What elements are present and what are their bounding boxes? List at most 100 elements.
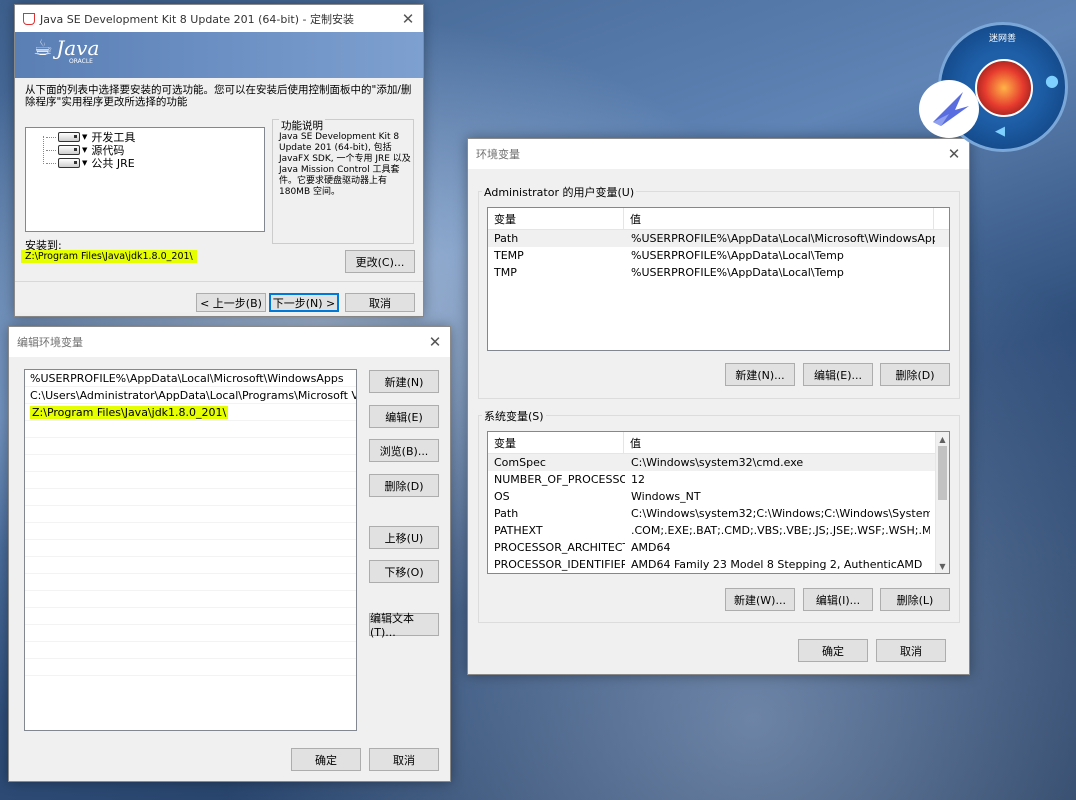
scroll-down-icon[interactable]: ▼ [936,559,949,573]
ok-button[interactable]: 确定 [291,748,361,771]
path-entry: %USERPROFILE%\AppData\Local\Microsoft\Wi… [30,371,344,385]
empty-row [25,489,356,506]
user-new-button[interactable]: 新建(N)... [725,363,795,386]
var-value: %USERPROFILE%\AppData\Local\Temp [631,249,844,262]
table-row[interactable]: NUMBER_OF_PROCESSORS 12 [488,471,949,488]
list-item[interactable]: Z:\Program Files\Java\jdk1.8.0_201\ [25,404,356,421]
path-entry: C:\Users\Administrator\AppData\Local\Pro… [30,388,356,402]
path-entry: Z:\Program Files\Java\jdk1.8.0_201\ [30,405,229,419]
cancel-button[interactable]: 取消 [345,293,415,312]
chevron-down-icon[interactable]: ▼ [82,146,87,154]
table-row[interactable]: PROCESSOR_ARCHITECT... AMD64 [488,539,949,556]
empty-row [25,557,356,574]
table-row[interactable]: OS Windows_NT [488,488,949,505]
java-banner: ☕ Java ORACLE [15,32,423,78]
table-row[interactable]: Path C:\Windows\system32;C:\Windows;C:\W… [488,505,949,522]
chevron-down-icon[interactable]: ▼ [82,159,87,167]
table-row[interactable]: PROCESSOR_IDENTIFIER AMD64 Family 23 Mod… [488,556,949,573]
back-button[interactable]: < 上一步(B) [196,293,266,312]
tree-connector [46,162,56,164]
ok-button[interactable]: 确定 [798,639,868,662]
env-titlebar[interactable]: 环境变量 ✕ [468,139,969,169]
delete-button[interactable]: 删除(D) [369,474,439,497]
chevron-down-icon[interactable]: ▼ [82,133,87,141]
list-item[interactable]: %USERPROFILE%\AppData\Local\Microsoft\Wi… [25,370,356,387]
var-value: C:\Windows\system32;C:\Windows;C:\Window… [631,507,930,520]
empty-row [25,659,356,676]
close-icon[interactable]: ✕ [393,5,423,32]
empty-row [25,523,356,540]
col-val-header[interactable]: 值 [624,208,934,229]
user-edit-button[interactable]: 编辑(E)... [803,363,873,386]
drive-icon [58,158,80,168]
system-delete-button[interactable]: 删除(L) [880,588,950,611]
edit-button[interactable]: 编辑(E) [369,405,439,428]
installer-titlebar[interactable]: Java SE Development Kit 8 Update 201 (64… [15,5,423,32]
cancel-button[interactable]: 取消 [876,639,946,662]
system-edit-button[interactable]: 编辑(I)... [803,588,873,611]
col-var-header[interactable]: 变量 [488,208,624,229]
java-logo-cup-icon: ☕ [33,36,53,61]
user-vars-list[interactable]: 变量 值 Path %USERPROFILE%\AppData\Local\Mi… [487,207,950,351]
empty-row [25,472,356,489]
edit-text-button[interactable]: 编辑文本(T)... [369,612,439,639]
list-header: 变量 值 [488,432,949,454]
change-button[interactable]: 更改(C)... [345,250,415,273]
empty-row [25,608,356,625]
table-row[interactable]: TMP %USERPROFILE%\AppData\Local\Temp [488,264,949,281]
user-delete-button[interactable]: 删除(D) [880,363,950,386]
feature-description-box: 功能说明 Java SE Development Kit 8 Update 20… [272,118,414,244]
table-row[interactable]: PATHEXT .COM;.EXE;.BAT;.CMD;.VBS;.VBE;.J… [488,522,949,539]
var-value: %USERPROFILE%\AppData\Local\Temp [631,266,844,279]
bird-icon[interactable] [919,80,979,138]
var-name: ComSpec [494,456,546,469]
edit-env-titlebar[interactable]: 编辑环境变量 ✕ [9,327,450,357]
empty-row [25,421,356,438]
system-new-button[interactable]: 新建(W)... [725,588,795,611]
vertical-scrollbar[interactable]: ▲ ▼ [935,432,949,573]
var-name: TEMP [494,249,524,262]
table-row[interactable]: TEMP %USERPROFILE%\AppData\Local\Temp [488,247,949,264]
widget-center-icon[interactable] [975,59,1033,117]
move-down-button[interactable]: 下移(O) [369,560,439,583]
user-vars-label: Administrator 的用户变量(U) [482,184,637,200]
table-row[interactable]: Path %USERPROFILE%\AppData\Local\Microso… [488,230,949,247]
col-val-header[interactable]: 值 [624,432,936,453]
col-var-header[interactable]: 变量 [488,432,624,453]
close-icon[interactable]: ✕ [939,139,969,169]
var-value: AMD64 Family 23 Model 8 Stepping 2, Auth… [631,558,923,571]
cancel-button[interactable]: 取消 [369,748,439,771]
empty-row [25,625,356,642]
install-path: Z:\Program Files\Java\jdk1.8.0_201\ [21,250,197,263]
tree-connector [46,136,56,138]
move-up-button[interactable]: 上移(U) [369,526,439,549]
empty-row [25,642,356,659]
var-name: PATHEXT [494,524,543,537]
new-button[interactable]: 新建(N) [369,370,439,393]
empty-row [25,574,356,591]
feature-label: 公共 JRE [91,157,135,170]
next-button[interactable]: 下一步(N) > [269,293,339,312]
path-entries-list[interactable]: %USERPROFILE%\AppData\Local\Microsoft\Wi… [24,369,357,731]
chat-icon[interactable]: ● [1045,71,1059,90]
empty-row [25,506,356,523]
feature-tree[interactable]: ▼ 开发工具 ▼ 源代码 ▼ 公共 JRE [25,127,265,232]
browse-button[interactable]: 浏览(B)... [369,439,439,462]
feature-item[interactable]: ▼ 公共 JRE [46,155,135,171]
scroll-thumb[interactable] [938,446,947,500]
var-value: %USERPROFILE%\AppData\Local\Microsoft\Wi… [631,232,935,245]
list-item[interactable]: C:\Users\Administrator\AppData\Local\Pro… [25,387,356,404]
var-value: Windows_NT [631,490,701,503]
close-icon[interactable]: ✕ [420,327,450,357]
java-installer-window: Java SE Development Kit 8 Update 201 (64… [14,4,424,317]
scroll-up-icon[interactable]: ▲ [936,432,949,446]
drive-icon [58,145,80,155]
table-row[interactable]: ComSpec C:\Windows\system32\cmd.exe [488,454,949,471]
system-vars-list[interactable]: 变量 值 ComSpec C:\Windows\system32\cmd.exe… [487,431,950,574]
feature-desc-text: Java SE Development Kit 8 Update 201 (64… [279,132,411,197]
empty-row [25,438,356,455]
var-value: 12 [631,473,645,486]
var-value: C:\Windows\system32\cmd.exe [631,456,804,469]
speaker-icon[interactable]: ◀ [995,124,1005,139]
java-logo-text: Java [56,36,100,60]
